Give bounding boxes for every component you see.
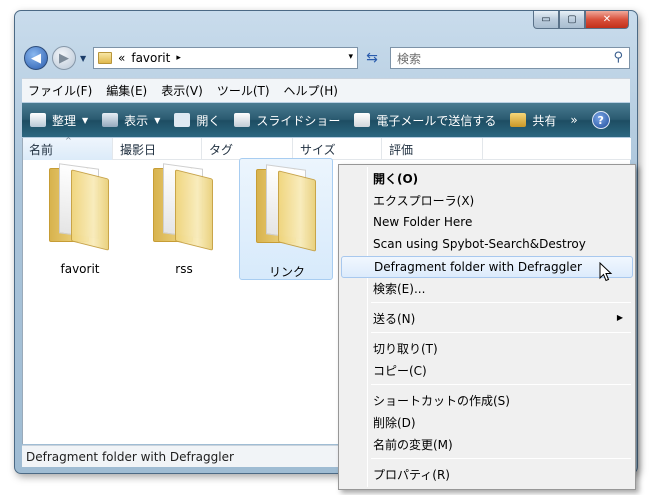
back-button[interactable]: ◀ — [24, 46, 48, 70]
forward-button[interactable]: ▶ — [52, 46, 76, 70]
column-label-size: サイズ — [300, 142, 336, 157]
column-label-name: 名前 — [29, 142, 54, 157]
column-label-date-taken: 撮影日 — [120, 142, 157, 157]
recent-pages-dropdown[interactable]: ▼ — [80, 54, 86, 63]
folder-icon — [98, 52, 112, 64]
column-header-rating[interactable]: 評価 — [383, 138, 483, 160]
views-icon — [102, 113, 119, 127]
menu-separator — [371, 302, 631, 303]
ctx-scan-spybot[interactable]: Scan using Spybot-Search&Destroy — [341, 233, 633, 255]
column-label-tags: タグ — [209, 142, 234, 157]
ctx-cut[interactable]: 切り取り(T) — [341, 337, 633, 359]
address-overflow-chevron[interactable]: « — [118, 51, 125, 65]
folder-label: rss — [175, 262, 193, 276]
refresh-button[interactable]: ⇆ — [361, 47, 383, 69]
ctx-delete[interactable]: 削除(D) — [341, 411, 633, 433]
ctx-explore[interactable]: エクスプローラ(X) — [341, 189, 633, 211]
chevron-down-icon: ▼ — [82, 115, 89, 125]
ctx-new-folder-here[interactable]: New Folder Here — [341, 211, 633, 233]
context-menu: 開く(O) エクスプローラ(X) New Folder Here Scan us… — [338, 164, 636, 490]
ctx-copy[interactable]: コピー(C) — [341, 359, 633, 381]
email-button[interactable]: 電子メールで送信する — [354, 112, 496, 129]
open-label: 開く — [196, 113, 221, 128]
share-button[interactable]: 共有 — [510, 112, 556, 129]
ctx-defragment-folder[interactable]: Defragment folder with Defraggler — [341, 256, 633, 278]
window-caption-buttons: ▭ ▢ ✕ — [533, 11, 629, 29]
folder-label: リンク — [268, 265, 305, 279]
menu-separator — [371, 332, 631, 333]
submenu-arrow-icon: ▶ — [616, 313, 623, 322]
column-header-tags[interactable]: タグ — [203, 138, 293, 160]
command-bar: 整理 ▼ 表示 ▼ 開く スライドショー 電子メールで送信する 共有 » ? — [22, 103, 630, 137]
search-input[interactable]: 検索 — [397, 50, 421, 67]
chevron-down-icon: ▼ — [154, 115, 161, 125]
organize-button[interactable]: 整理 ▼ — [30, 112, 88, 129]
menu-edit[interactable]: 編集(E) — [106, 82, 147, 99]
open-icon — [174, 113, 191, 127]
slideshow-label: スライドショー — [256, 113, 341, 128]
ctx-open[interactable]: 開く(O) — [341, 167, 633, 189]
menu-file[interactable]: ファイル(F) — [28, 82, 92, 99]
ctx-search[interactable]: 検索(E)... — [341, 277, 633, 299]
email-icon — [354, 113, 371, 127]
menu-separator — [371, 458, 631, 459]
mouse-pointer-icon — [599, 262, 613, 282]
folder-item-links[interactable]: リンク — [239, 158, 333, 280]
organize-label: 整理 — [52, 113, 77, 128]
menu-view[interactable]: 表示(V) — [161, 82, 203, 99]
ctx-send-to[interactable]: 送る(N) ▶ — [341, 307, 633, 329]
breadcrumb-favorit[interactable]: favorit — [131, 51, 170, 65]
ctx-send-to-label: 送る(N) — [373, 311, 416, 326]
menu-help[interactable]: ヘルプ(H) — [284, 82, 338, 99]
forward-arrow-icon: ▶ — [59, 50, 69, 66]
column-label-rating: 評価 — [389, 142, 414, 157]
folder-item-favorit[interactable]: favorit — [33, 158, 127, 280]
status-bar: Defragment folder with Defraggler — [22, 445, 342, 467]
search-icon[interactable]: ⚲ — [613, 50, 623, 65]
close-button[interactable]: ✕ — [585, 11, 629, 29]
help-icon[interactable]: ? — [591, 111, 610, 129]
sort-ascending-icon: ^ — [65, 136, 72, 145]
slideshow-button[interactable]: スライドショー — [234, 112, 340, 129]
menu-tools[interactable]: ツール(T) — [217, 82, 270, 99]
ctx-create-shortcut[interactable]: ショートカットの作成(S) — [341, 389, 633, 411]
views-button[interactable]: 表示 ▼ — [102, 112, 160, 129]
folder-icon — [153, 163, 215, 251]
open-button[interactable]: 開く — [174, 112, 220, 129]
column-header-name[interactable]: 名前 ^ — [23, 136, 113, 160]
address-dropdown-icon[interactable]: ▾ — [348, 52, 353, 62]
ctx-properties[interactable]: プロパティ(R) — [341, 463, 633, 485]
back-arrow-icon: ◀ — [31, 50, 41, 66]
views-label: 表示 — [124, 113, 149, 128]
menu-separator — [371, 384, 631, 385]
ctx-rename[interactable]: 名前の変更(M) — [341, 433, 633, 455]
folder-icon — [49, 163, 111, 251]
column-header-date-taken[interactable]: 撮影日 — [114, 138, 202, 160]
share-label: 共有 — [532, 113, 557, 128]
menu-bar: ファイル(F) 編集(E) 表示(V) ツール(T) ヘルプ(H) — [22, 78, 630, 102]
status-text: Defragment folder with Defraggler — [26, 449, 234, 464]
organize-icon — [30, 113, 46, 127]
email-label: 電子メールで送信する — [376, 113, 497, 128]
more-commands-button[interactable]: » — [570, 113, 577, 127]
column-headers: 名前 ^ 撮影日 タグ サイズ 評価 — [23, 136, 631, 160]
folder-icon — [256, 164, 318, 252]
search-box[interactable]: 検索 ⚲ — [390, 47, 630, 69]
breadcrumb-separator-icon[interactable]: ▸ — [176, 53, 181, 63]
share-icon — [510, 113, 527, 127]
slideshow-icon — [234, 113, 251, 127]
address-bar[interactable]: « favorit ▸ ▾ — [93, 47, 358, 69]
maximize-button[interactable]: ▢ — [559, 11, 585, 29]
folder-item-rss[interactable]: rss — [137, 158, 231, 280]
column-header-size[interactable]: サイズ — [294, 138, 382, 160]
refresh-icon: ⇆ — [366, 50, 378, 66]
minimize-button[interactable]: ▭ — [533, 11, 559, 29]
folder-label: favorit — [60, 262, 100, 276]
